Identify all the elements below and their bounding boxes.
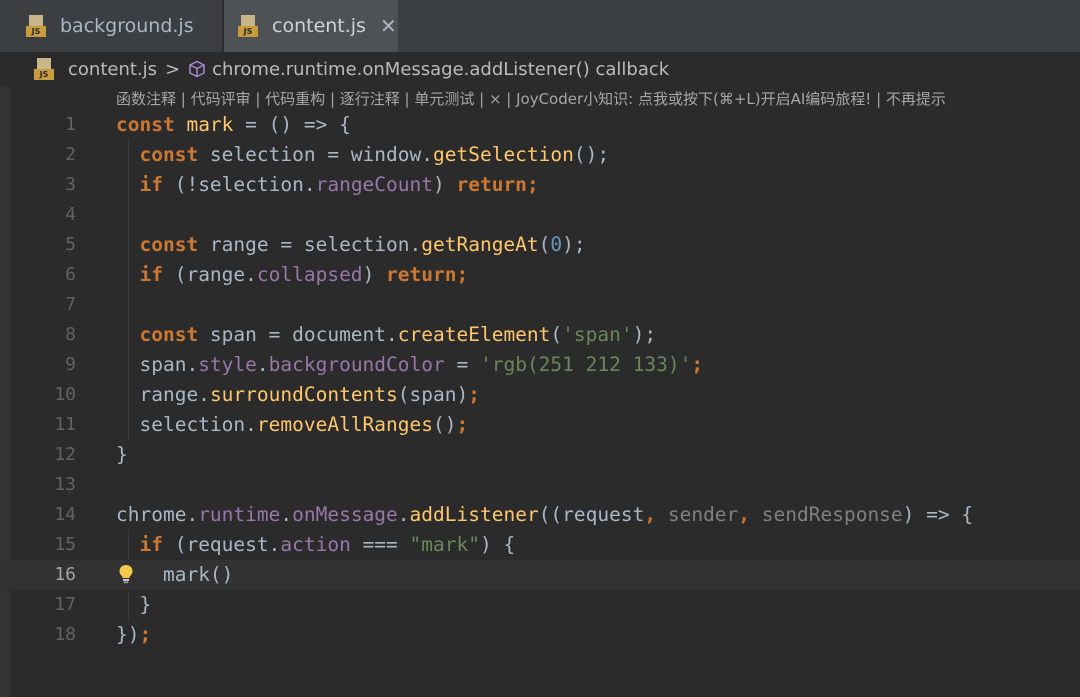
code-line[interactable]: 2 const selection = window.getSelection(… bbox=[0, 140, 1080, 170]
code-text: if (!selection.rangeCount) return; bbox=[139, 173, 539, 196]
code-lens-text[interactable]: 函数注释 | 代码评审 | 代码重构 | 逐行注释 | 单元测试 | × | J… bbox=[116, 88, 946, 109]
line-number: 10 bbox=[54, 384, 76, 405]
code-line[interactable]: 14 chrome.runtime.onMessage.addListener(… bbox=[0, 500, 1080, 530]
code-line[interactable]: 18 }); bbox=[0, 620, 1080, 650]
line-number: 14 bbox=[54, 504, 76, 525]
line-number: 7 bbox=[65, 294, 76, 315]
code-text: selection.removeAllRanges(); bbox=[139, 413, 469, 436]
js-file-icon: JS bbox=[238, 15, 260, 37]
code-text: } bbox=[139, 593, 152, 616]
line-number: 9 bbox=[65, 354, 76, 375]
code-line[interactable]: 3 if (!selection.rangeCount) return; bbox=[0, 170, 1080, 200]
code-text: const range = selection.getRangeAt(0); bbox=[139, 233, 586, 256]
code-line[interactable]: 8 const span = document.createElement('s… bbox=[0, 320, 1080, 350]
line-number: 12 bbox=[54, 444, 76, 465]
code-line[interactable]: 17 } bbox=[0, 590, 1080, 620]
line-number: 6 bbox=[65, 264, 76, 285]
close-tab-icon[interactable]: ✕ bbox=[380, 14, 397, 38]
line-number: 5 bbox=[65, 234, 76, 255]
code-line[interactable]: 1 const mark = () => { bbox=[0, 110, 1080, 140]
line-number: 1 bbox=[65, 114, 76, 135]
breadcrumb: JS content.js > chrome.runtime.onMessage… bbox=[0, 52, 1080, 86]
breadcrumb-file[interactable]: content.js bbox=[68, 59, 157, 80]
tab-content-js[interactable]: JS content.js ✕ bbox=[224, 0, 398, 52]
code-line[interactable]: 13 bbox=[0, 470, 1080, 500]
editor-tab-bar: JS background.js JS content.js ✕ bbox=[0, 0, 1080, 52]
line-number: 2 bbox=[65, 144, 76, 165]
code-text: if (request.action === "mark") { bbox=[139, 533, 516, 556]
line-number: 15 bbox=[54, 534, 76, 555]
code-line[interactable]: 5 const range = selection.getRangeAt(0); bbox=[0, 230, 1080, 260]
line-number: 17 bbox=[54, 594, 76, 615]
ai-code-lens[interactable]: 函数注释 | 代码评审 | 代码重构 | 逐行注释 | 单元测试 | × | J… bbox=[116, 86, 946, 110]
code-text: const mark = () => { bbox=[116, 113, 351, 136]
line-number: 11 bbox=[54, 414, 76, 435]
code-text: const span = document.createElement('spa… bbox=[139, 323, 657, 346]
breadcrumb-symbol[interactable]: chrome.runtime.onMessage.addListener() c… bbox=[212, 59, 669, 80]
line-number: 18 bbox=[54, 624, 76, 645]
tab-label: content.js bbox=[272, 15, 366, 37]
code-line-current[interactable]: 16 mark() bbox=[0, 560, 1080, 590]
code-text: span.style.backgroundColor = 'rgb(251 21… bbox=[139, 353, 704, 376]
code-line[interactable]: 9 span.style.backgroundColor = 'rgb(251 … bbox=[0, 350, 1080, 380]
code-text: }); bbox=[116, 623, 152, 646]
code-line[interactable]: 4 bbox=[0, 200, 1080, 230]
line-number: 3 bbox=[65, 174, 76, 195]
line-number: 8 bbox=[65, 324, 76, 345]
code-line[interactable]: 6 if (range.collapsed) return; bbox=[0, 260, 1080, 290]
method-cube-icon bbox=[189, 60, 205, 78]
code-text: if (range.collapsed) return; bbox=[139, 263, 469, 286]
code-line[interactable]: 12 } bbox=[0, 440, 1080, 470]
line-number: 4 bbox=[65, 204, 76, 225]
code-text: const selection = window.getSelection(); bbox=[139, 143, 610, 166]
line-number: 16 bbox=[54, 564, 76, 585]
js-file-icon: JS bbox=[26, 15, 48, 37]
tab-label: background.js bbox=[60, 15, 194, 37]
code-text: range.surroundContents(span); bbox=[139, 383, 480, 406]
code-line[interactable]: 10 range.surroundContents(span); bbox=[0, 380, 1080, 410]
breadcrumb-separator: > bbox=[165, 58, 181, 80]
code-text: } bbox=[116, 443, 128, 466]
code-line[interactable]: 15 if (request.action === "mark") { bbox=[0, 530, 1080, 560]
code-text: mark() bbox=[162, 563, 234, 586]
code-text: chrome.runtime.onMessage.addListener((re… bbox=[116, 503, 974, 526]
line-number: 13 bbox=[54, 474, 76, 495]
code-line[interactable]: 11 selection.removeAllRanges(); bbox=[0, 410, 1080, 440]
tab-background-js[interactable]: JS background.js bbox=[0, 0, 222, 52]
code-line[interactable]: 7 bbox=[0, 290, 1080, 320]
js-file-icon: JS bbox=[34, 58, 56, 80]
